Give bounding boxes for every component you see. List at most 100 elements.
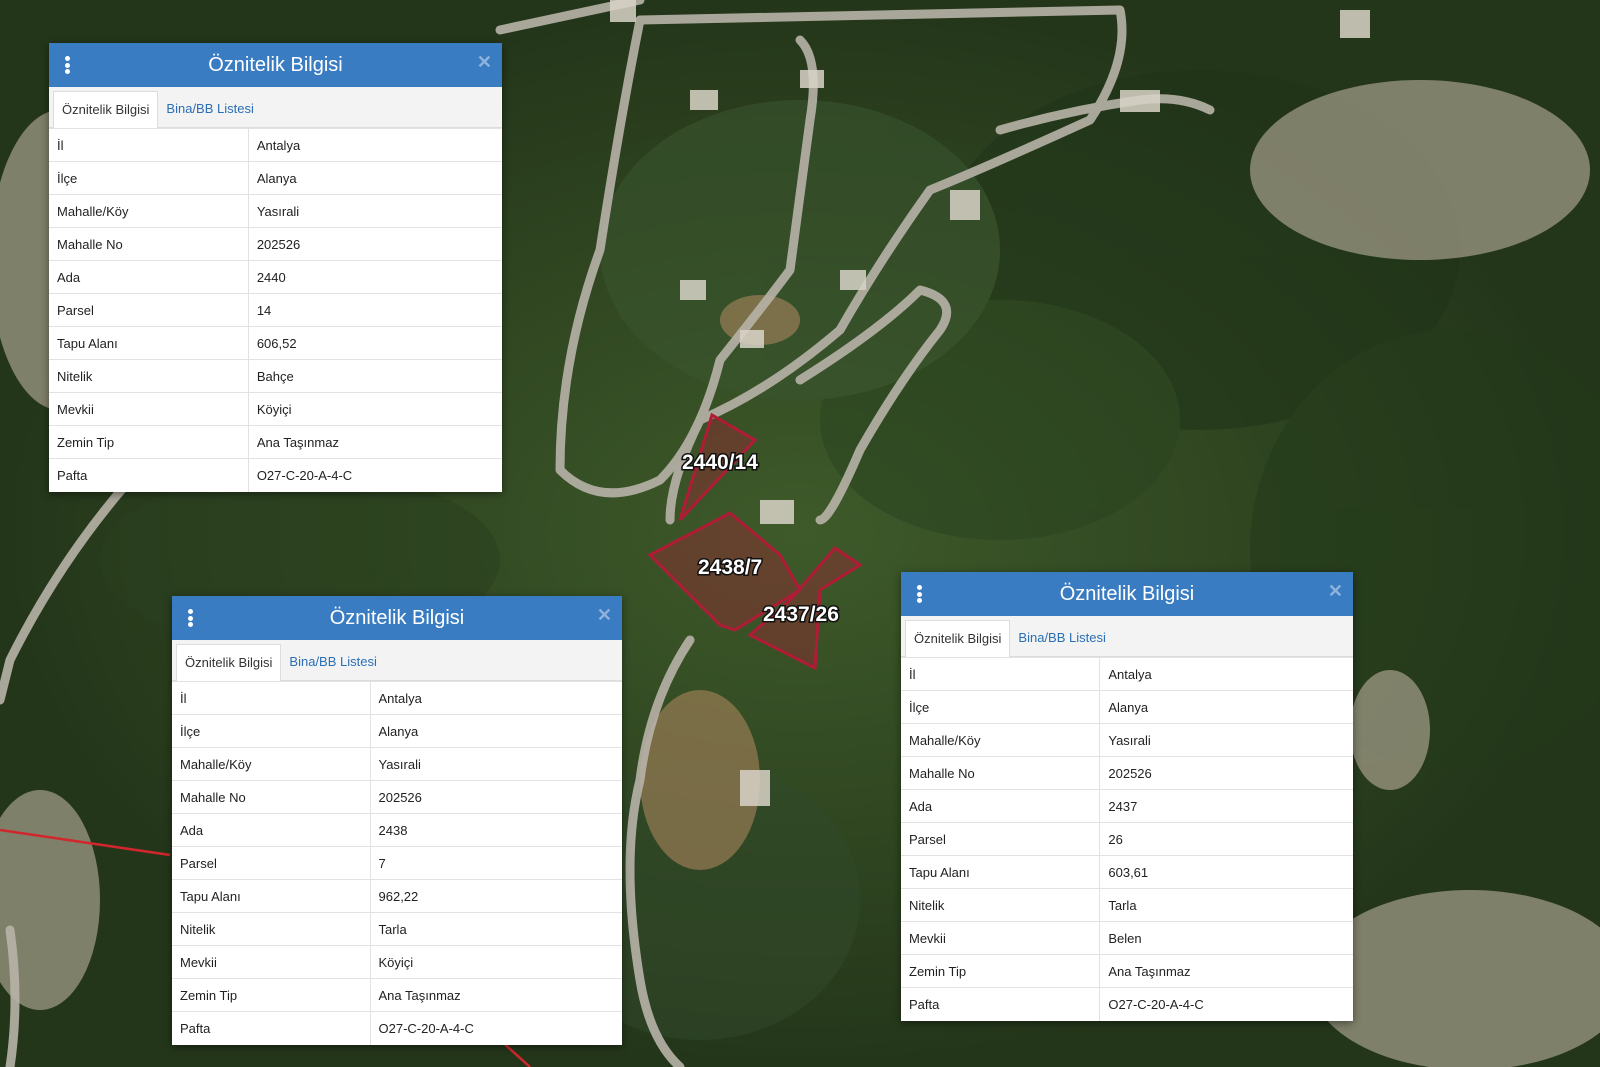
attr-value: Tarla <box>370 912 622 946</box>
attr-value: Ana Taşınmaz <box>248 425 502 459</box>
attr-value: Tarla <box>1099 888 1353 922</box>
attr-key: Mevkii <box>901 921 1101 955</box>
attr-key: Ada <box>901 789 1101 823</box>
table-row: Mahalle/Köy Yasırali <box>49 194 502 228</box>
parcel-label-2437-26: 2437/26 <box>763 603 839 626</box>
attribute-panel-2438-7: Öznitelik Bilgisi ✕ Öznitelik Bilgisi Bi… <box>172 596 622 1045</box>
table-row: İl Antalya <box>49 128 502 162</box>
attr-key: Mahalle/Köy <box>901 723 1101 757</box>
tab-building-list[interactable]: Bina/BB Listesi <box>158 91 261 127</box>
panel-tabs: Öznitelik Bilgisi Bina/BB Listesi <box>172 640 622 681</box>
close-icon[interactable]: ✕ <box>1328 582 1343 600</box>
table-row: Parsel 14 <box>49 293 502 327</box>
panel-header[interactable]: Öznitelik Bilgisi ✕ <box>172 596 622 640</box>
panel-tabs: Öznitelik Bilgisi Bina/BB Listesi <box>49 87 502 128</box>
table-row: İl Antalya <box>172 681 622 715</box>
table-row: İl Antalya <box>901 657 1353 691</box>
table-row: Mahalle No 202526 <box>901 756 1353 790</box>
table-row: Mevkii Belen <box>901 921 1353 955</box>
attribute-table: İl Antalya İlçe Alanya Mahalle/Köy Yasırali… <box>172 681 622 1045</box>
attribute-panel-2440-14: Öznitelik Bilgisi ✕ Öznitelik Bilgisi Bi… <box>49 43 502 492</box>
attr-value: 2438 <box>370 813 622 847</box>
attr-key: Mevkii <box>172 945 371 979</box>
attr-key: Ada <box>49 260 249 294</box>
attr-value: Yasırali <box>1099 723 1353 757</box>
attribute-table: İl Antalya İlçe Alanya Mahalle/Köy Yasırali… <box>49 128 502 492</box>
attr-key: Mahalle/Köy <box>172 747 371 781</box>
attr-key: Parsel <box>49 293 249 327</box>
attr-key: İl <box>901 657 1101 691</box>
close-icon[interactable]: ✕ <box>597 606 612 624</box>
attr-value: Köyiçi <box>248 392 502 426</box>
attr-key: Zemin Tip <box>172 978 371 1012</box>
attr-key: İlçe <box>901 690 1101 724</box>
tab-building-list[interactable]: Bina/BB Listesi <box>281 644 384 680</box>
table-row: Parsel 26 <box>901 822 1353 856</box>
attr-value: Ana Taşınmaz <box>370 978 622 1012</box>
parcel-label-2438-7: 2438/7 <box>698 556 762 579</box>
attr-value: O27-C-20-A-4-C <box>248 458 502 492</box>
menu-dots-icon[interactable] <box>917 585 922 603</box>
attr-key: Mevkii <box>49 392 249 426</box>
table-row: Ada 2437 <box>901 789 1353 823</box>
attr-key: Zemin Tip <box>49 425 249 459</box>
attr-value: 202526 <box>370 780 622 814</box>
tab-attribute-info[interactable]: Öznitelik Bilgisi <box>53 91 159 128</box>
table-row: Mahalle/Köy Yasırali <box>172 747 622 781</box>
attr-value: Antalya <box>1099 657 1353 691</box>
panel-title: Öznitelik Bilgisi <box>329 606 465 629</box>
attr-key: İlçe <box>172 714 371 748</box>
table-row: Nitelik Bahçe <box>49 359 502 393</box>
panel-header[interactable]: Öznitelik Bilgisi ✕ <box>901 572 1353 616</box>
attr-value: Alanya <box>1099 690 1353 724</box>
attr-value: Antalya <box>370 681 622 715</box>
attr-value: 606,52 <box>248 326 502 360</box>
attr-value: 14 <box>248 293 502 327</box>
attr-key: Mahalle/Köy <box>49 194 249 228</box>
tab-attribute-info[interactable]: Öznitelik Bilgisi <box>905 620 1011 657</box>
attr-key: Tapu Alanı <box>901 855 1101 889</box>
table-row: Mahalle/Köy Yasırali <box>901 723 1353 757</box>
attr-value: 7 <box>370 846 622 880</box>
attr-key: Mahalle No <box>172 780 371 814</box>
attr-value: Bahçe <box>248 359 502 393</box>
attr-key: İlçe <box>49 161 249 195</box>
attr-value: Antalya <box>248 128 502 162</box>
close-icon[interactable]: ✕ <box>477 53 492 71</box>
table-row: Mevkii Köyiçi <box>172 945 622 979</box>
table-row: Zemin Tip Ana Taşınmaz <box>49 425 502 459</box>
table-row: Zemin Tip Ana Taşınmaz <box>172 978 622 1012</box>
attr-key: Mahalle No <box>901 756 1101 790</box>
attr-value: O27-C-20-A-4-C <box>370 1011 622 1045</box>
attr-key: Nitelik <box>901 888 1101 922</box>
attr-value: 202526 <box>1099 756 1353 790</box>
tab-attribute-info[interactable]: Öznitelik Bilgisi <box>176 644 282 681</box>
attr-value: Ana Taşınmaz <box>1099 954 1353 988</box>
attr-key: Tapu Alanı <box>49 326 249 360</box>
attr-key: Pafta <box>172 1011 371 1045</box>
attr-value: 2437 <box>1099 789 1353 823</box>
attr-key: Tapu Alanı <box>172 879 371 913</box>
table-row: İlçe Alanya <box>172 714 622 748</box>
tab-building-list[interactable]: Bina/BB Listesi <box>1010 620 1113 656</box>
attr-key: Pafta <box>49 458 249 492</box>
attr-value: Belen <box>1099 921 1353 955</box>
menu-dots-icon[interactable] <box>188 609 193 627</box>
parcel-label-2440-14: 2440/14 <box>682 451 758 474</box>
panel-tabs: Öznitelik Bilgisi Bina/BB Listesi <box>901 616 1353 657</box>
menu-dots-icon[interactable] <box>65 56 70 74</box>
panel-header[interactable]: Öznitelik Bilgisi ✕ <box>49 43 502 87</box>
attr-key: İl <box>172 681 371 715</box>
attr-key: Ada <box>172 813 371 847</box>
table-row: Ada 2438 <box>172 813 622 847</box>
attr-value: Yasırali <box>248 194 502 228</box>
table-row: Parsel 7 <box>172 846 622 880</box>
attr-key: Zemin Tip <box>901 954 1101 988</box>
attr-key: Pafta <box>901 987 1101 1021</box>
attr-value: 962,22 <box>370 879 622 913</box>
attr-key: İl <box>49 128 249 162</box>
attribute-table: İl Antalya İlçe Alanya Mahalle/Köy Yasırali… <box>901 657 1353 1021</box>
table-row: Nitelik Tarla <box>172 912 622 946</box>
table-row: Ada 2440 <box>49 260 502 294</box>
table-row: Tapu Alanı 606,52 <box>49 326 502 360</box>
